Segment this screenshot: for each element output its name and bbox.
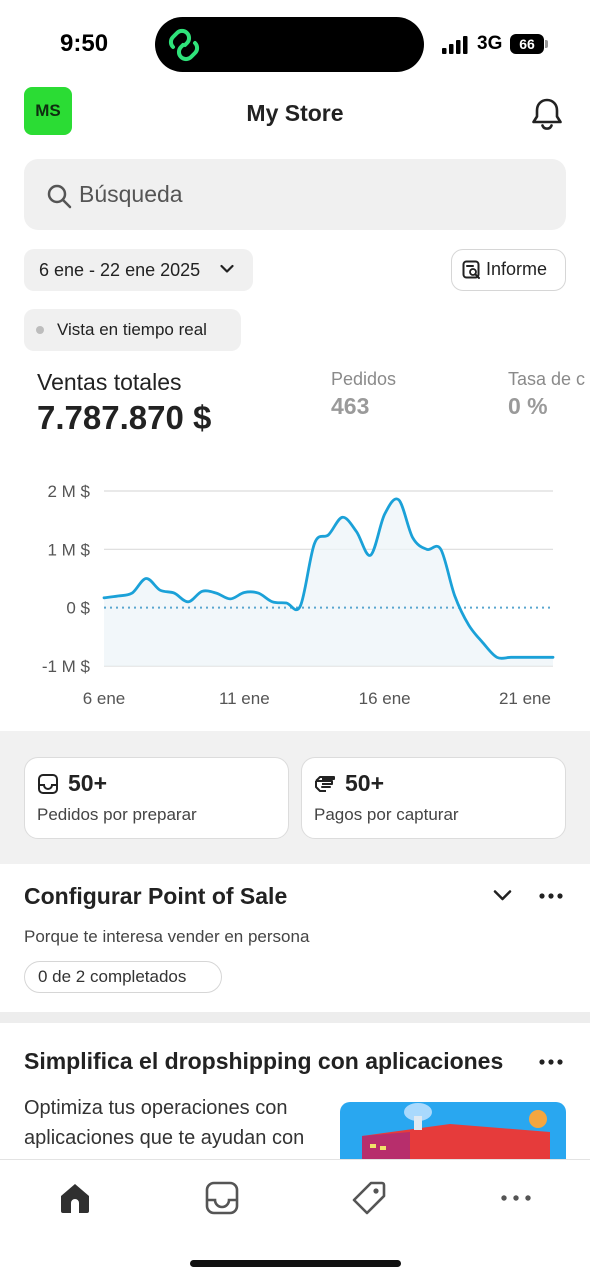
network-type: 3G: [477, 33, 503, 54]
chevron-down-icon[interactable]: [493, 889, 512, 902]
tag-icon[interactable]: [351, 1180, 387, 1216]
battery-level: 66: [510, 34, 544, 54]
battery-cap: [545, 40, 548, 48]
dropshipping-description: Optimiza tus operaciones con aplicacione…: [24, 1097, 305, 1149]
orders-to-fulfill-card[interactable]: 50+ Pedidos por preparar: [24, 757, 289, 839]
x-tick-label: 16 ene: [359, 689, 411, 708]
cash-icon: [315, 776, 335, 792]
metric-label-total-sales[interactable]: Ventas totales: [37, 369, 182, 396]
pos-setup-title: Configurar Point of Sale: [24, 883, 288, 909]
metric-label-conversion[interactable]: Tasa de c: [508, 369, 585, 390]
y-tick-label: 0 $: [66, 599, 90, 618]
metric-label-orders[interactable]: Pedidos: [331, 369, 396, 390]
bell-icon[interactable]: [530, 96, 564, 132]
search-icon: [47, 184, 72, 209]
x-tick-label: 21 ene: [499, 689, 551, 708]
more-options-icon[interactable]: [539, 889, 563, 903]
y-tick-label: -1 M $: [42, 657, 91, 676]
report-icon: [462, 260, 480, 279]
link-icon: [168, 28, 200, 62]
dropshipping-title: Simplifica el dropshipping con aplicacio…: [24, 1048, 504, 1074]
bottom-navigation: [0, 1159, 590, 1278]
payments-to-capture-count: 50+: [345, 770, 385, 796]
search-placeholder: Búsqueda: [79, 181, 183, 207]
status-time: 9:50: [60, 30, 109, 57]
page-title: My Store: [246, 100, 344, 126]
y-tick-label: 2 M $: [47, 482, 90, 501]
chart-area-fill: [104, 498, 553, 666]
orders-to-fulfill-count: 50+: [68, 770, 108, 796]
sales-line-chart[interactable]: 2 M $ 1 M $ 0 $ -1 M $ 6 ene 11 ene 16 ene 21 e…: [0, 470, 590, 720]
metric-value-conversion: 0 %: [508, 393, 548, 419]
inbox-icon: [38, 774, 58, 794]
live-view-label: Vista en tiempo real: [57, 320, 207, 339]
battery-icon: 66: [510, 34, 548, 54]
date-range-picker[interactable]: 6 ene - 22 ene 2025: [24, 249, 253, 291]
orders-icon[interactable]: [204, 1180, 240, 1216]
live-view-button[interactable]: Vista en tiempo real: [24, 309, 241, 351]
more-icon[interactable]: [498, 1180, 534, 1216]
orders-to-fulfill-label: Pedidos por preparar: [37, 805, 197, 824]
status-bar: 9:50 3G 66: [0, 0, 590, 88]
home-icon[interactable]: [57, 1180, 93, 1216]
pos-progress-badge: 0 de 2 completados: [24, 961, 222, 993]
pos-setup-description: Porque te interesa vender en persona: [24, 927, 310, 946]
more-options-icon[interactable]: [539, 1055, 563, 1069]
dropshipping-illustration: [340, 1102, 566, 1160]
section-divider: [0, 1012, 590, 1023]
metric-value-orders: 463: [331, 393, 370, 419]
date-range-label: 6 ene - 22 ene 2025: [39, 260, 201, 280]
x-tick-label: 11 ene: [219, 689, 270, 708]
search-input[interactable]: Búsqueda: [24, 159, 566, 230]
report-button[interactable]: Informe: [451, 249, 566, 291]
home-indicator: [190, 1260, 401, 1267]
report-label: Informe: [486, 259, 548, 279]
live-status-dot: [36, 326, 44, 334]
payments-to-capture-label: Pagos por capturar: [314, 805, 459, 824]
payments-to-capture-card[interactable]: 50+ Pagos por capturar: [301, 757, 566, 839]
metric-value-total-sales: 7.787.870 $: [37, 399, 212, 436]
x-tick-label: 6 ene: [83, 689, 126, 708]
chevron-down-icon: [220, 264, 234, 273]
y-tick-label: 1 M $: [47, 540, 90, 559]
signal-icon: [442, 36, 468, 54]
